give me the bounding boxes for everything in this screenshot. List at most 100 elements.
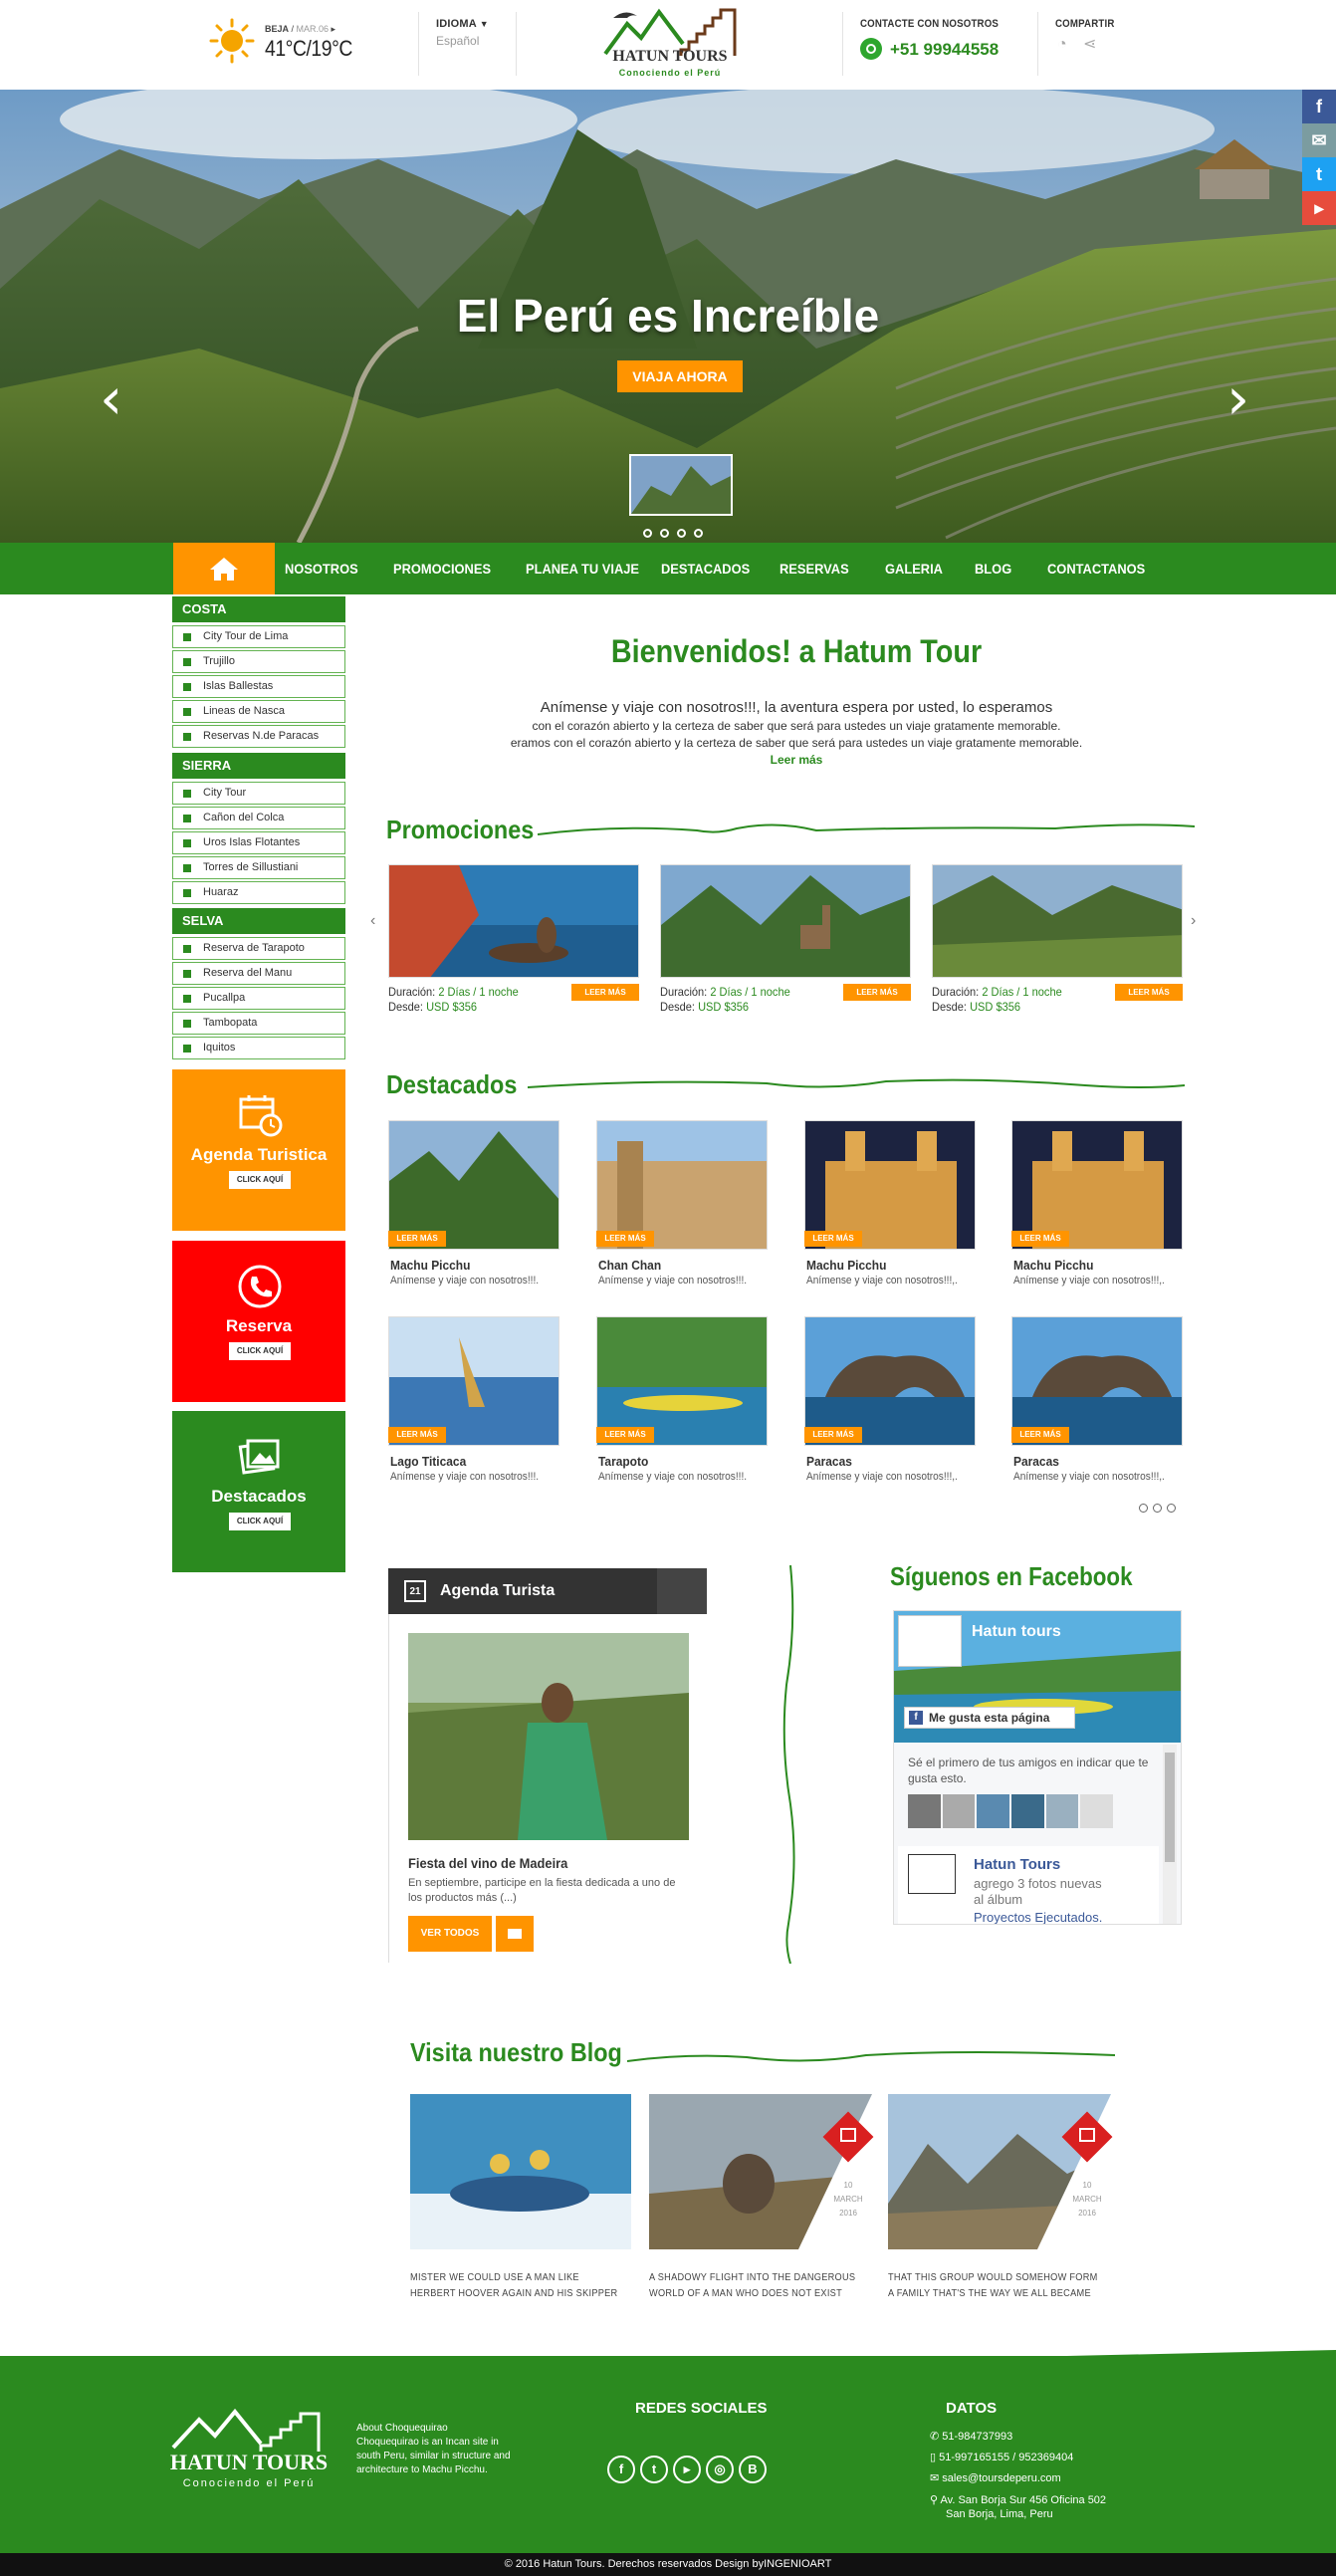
youtube-side-icon[interactable]: ▸ [1302, 191, 1336, 225]
agenda-event-text: En septiembre, participe en la fiesta de… [408, 1877, 676, 1904]
sidebar-item-canon-colca[interactable]: Cañon del Colca [172, 807, 345, 829]
destacado-4-title: Machu Picchu [1013, 1258, 1094, 1273]
promociones-prev-arrow[interactable]: ‹ [370, 912, 375, 930]
nav-nosotros[interactable]: NOSOTROS [285, 543, 358, 594]
nav-contactanos[interactable]: CONTACTANOS [1047, 543, 1145, 594]
mail-side-icon[interactable]: ✉ [1302, 123, 1336, 157]
destacado-8-text: Anímense y viaje con nosotros!!!,. [1013, 1471, 1165, 1483]
agenda-event-title: Fiesta del vino de Madeira [408, 1855, 568, 1871]
agenda-click-button[interactable]: CLICK AQUÍ [229, 1171, 291, 1189]
twitter-icon[interactable]: t [640, 2456, 668, 2483]
destacados-title: Destacados [386, 1069, 518, 1099]
agenda-turistica-box[interactable]: Agenda Turistica CLICK AQUÍ [172, 1069, 345, 1231]
contact-label: CONTACTE CON NOSOTROS [860, 18, 1000, 30]
facebook-widget[interactable]: Hatun tours f Me gusta esta página Sé el… [893, 1610, 1182, 1925]
whatsapp-icon[interactable] [860, 38, 882, 60]
reserva-click-button[interactable]: CLICK AQUÍ [229, 1342, 291, 1360]
slide-thumbnail[interactable] [629, 454, 733, 516]
destacado-2-leer-mas[interactable]: LEER MÁS [596, 1231, 654, 1247]
agenda-calendar-icon: 21 [404, 1580, 426, 1602]
nav-reservas[interactable]: RESERVAS [779, 543, 849, 594]
contact-phone[interactable]: +51 99944558 [890, 40, 999, 60]
destacado-7-text: Anímense y viaje con nosotros!!!,. [806, 1471, 958, 1483]
destacado-3-leer-mas[interactable]: LEER MÁS [804, 1231, 862, 1247]
sidebar-item-tambopata[interactable]: Tambopata [172, 1012, 345, 1035]
sidebar-item-manu[interactable]: Reserva del Manu [172, 962, 345, 985]
viaja-ahora-button[interactable]: VIAJA AHORA [617, 360, 743, 392]
destacado-8-leer-mas[interactable]: LEER MÁS [1011, 1427, 1069, 1443]
blog-image-hiker[interactable] [649, 2094, 872, 2249]
sidebar-item-trujillo[interactable]: Trujillo [172, 650, 345, 673]
destacado-5-leer-mas[interactable]: LEER MÁS [388, 1427, 446, 1443]
facebook-friend-avatars [908, 1794, 1114, 1828]
destacado-4-text: Anímense y viaje con nosotros!!!,. [1013, 1275, 1165, 1287]
sidebar-item-tarapoto[interactable]: Reserva de Tarapoto [172, 937, 345, 960]
sidebar-item-iquitos[interactable]: Iquitos [172, 1037, 345, 1059]
sidebar-item-uros[interactable]: Uros Islas Flotantes [172, 831, 345, 854]
sidebar-item-city-tour-lima[interactable]: City Tour de Lima [172, 625, 345, 648]
share-icon[interactable]: ⋖ [1083, 34, 1096, 54]
blog-caption-1[interactable]: MISTER WE COULD USE A MAN LIKE HERBERT H… [410, 2270, 621, 2302]
sidebar-item-pucallpa[interactable]: Pucallpa [172, 987, 345, 1010]
blog-image-rafting[interactable] [410, 2094, 631, 2249]
slider-next-arrow[interactable]: › [1226, 369, 1256, 427]
promo-3-leer-mas-button[interactable]: LEER MÁS [1115, 984, 1183, 1001]
promociones-next-arrow[interactable]: › [1191, 912, 1196, 930]
youtube-icon[interactable]: ▸ [673, 2456, 701, 2483]
facebook-scrollbar[interactable] [1163, 1745, 1177, 1924]
welcome-leer-mas-link[interactable]: Leer más [398, 753, 1195, 767]
agenda-header: 21 Agenda Turista [388, 1568, 707, 1614]
ver-todos-button[interactable]: VER TODOS [408, 1916, 492, 1952]
destacado-4-leer-mas[interactable]: LEER MÁS [1011, 1231, 1069, 1247]
language-selector[interactable]: IDIOMA ▼ Español [436, 18, 489, 48]
nav-galeria[interactable]: GALERIA [885, 543, 943, 594]
sidebar-item-huaraz[interactable]: Huaraz [172, 881, 345, 904]
nav-promociones[interactable]: PROMOCIONES [393, 543, 491, 594]
twitter-side-icon[interactable]: t [1302, 157, 1336, 191]
facebook-like-button[interactable]: f Me gusta esta página [904, 1707, 1075, 1729]
destacados-pagination-dots[interactable] [1139, 1500, 1176, 1518]
nav-planea-tu-viaje[interactable]: PLANEA TU VIAJE [526, 543, 639, 594]
footer-logo[interactable]: HATUN TOURS Conociendo el Perú [169, 2408, 329, 2497]
destacados-divider [528, 1078, 1185, 1088]
location-icon: ⚲ [930, 2494, 939, 2506]
instagram-icon[interactable]: ◎ [706, 2456, 734, 2483]
blog-caption-3[interactable]: THAT THIS GROUP WOULD SOMEHOW FORM A FAM… [888, 2270, 1099, 2302]
footer-contact-data: ✆ 51-984737993 ▯ 51-997165155 / 95236940… [930, 2431, 1107, 2520]
destacado-2-title: Chan Chan [598, 1258, 662, 1273]
sidebar-item-torres-sillustiani[interactable]: Torres de Sillustiani [172, 856, 345, 879]
site-logo[interactable]: HATUN TOURS Conociendo el Perú [603, 4, 737, 86]
nav-destacados[interactable]: DESTACADOS [661, 543, 750, 594]
sidebar-item-city-tour[interactable]: City Tour [172, 782, 345, 805]
promo-2-leer-mas-button[interactable]: LEER MÁS [843, 984, 911, 1001]
destacado-2-text: Anímense y viaje con nosotros!!!. [598, 1275, 748, 1287]
reserva-box[interactable]: Reserva CLICK AQUÍ [172, 1241, 345, 1402]
slider-prev-arrow[interactable]: ‹ [100, 369, 129, 427]
promo-image-llama[interactable] [660, 864, 911, 978]
destacado-6-leer-mas[interactable]: LEER MÁS [596, 1427, 654, 1443]
facebook-page-avatar [898, 1615, 962, 1667]
promo-3-info: Duración: 2 Días / 1 noche Desde: USD $3… [932, 985, 1062, 1014]
rss-icon[interactable]: ◔ [1057, 36, 1067, 54]
sidebar-item-lineas-nasca[interactable]: Lineas de Nasca [172, 700, 345, 723]
blog-caption-2[interactable]: A SHADOWY FLIGHT INTO THE DANGEROUS WORL… [649, 2270, 860, 2302]
briefcase-icon[interactable] [496, 1916, 534, 1952]
blog-image-mountains[interactable] [888, 2094, 1111, 2249]
mobile-icon: ▯ [930, 2452, 937, 2463]
agenda-event-image[interactable] [408, 1633, 689, 1840]
destacados-box[interactable]: Destacados CLICK AQUÍ [172, 1411, 345, 1572]
destacado-7-leer-mas[interactable]: LEER MÁS [804, 1427, 862, 1443]
nav-blog[interactable]: BLOG [975, 543, 1011, 594]
destacados-click-button[interactable]: CLICK AQUÍ [229, 1513, 291, 1530]
sidebar-item-reservas-paracas[interactable]: Reservas N.de Paracas [172, 725, 345, 748]
home-nav-button[interactable] [173, 543, 275, 594]
slider-dots[interactable] [639, 525, 707, 543]
promo-image-valley[interactable] [932, 864, 1183, 978]
promo-image-sea-lion[interactable] [388, 864, 639, 978]
blogger-icon[interactable]: B [739, 2456, 767, 2483]
facebook-side-icon[interactable]: f [1302, 90, 1336, 123]
promo-1-leer-mas-button[interactable]: LEER MÁS [571, 984, 639, 1001]
sidebar-item-islas-ballestas[interactable]: Islas Ballestas [172, 675, 345, 698]
facebook-icon[interactable]: f [607, 2456, 635, 2483]
destacado-1-leer-mas[interactable]: LEER MÁS [388, 1231, 446, 1247]
